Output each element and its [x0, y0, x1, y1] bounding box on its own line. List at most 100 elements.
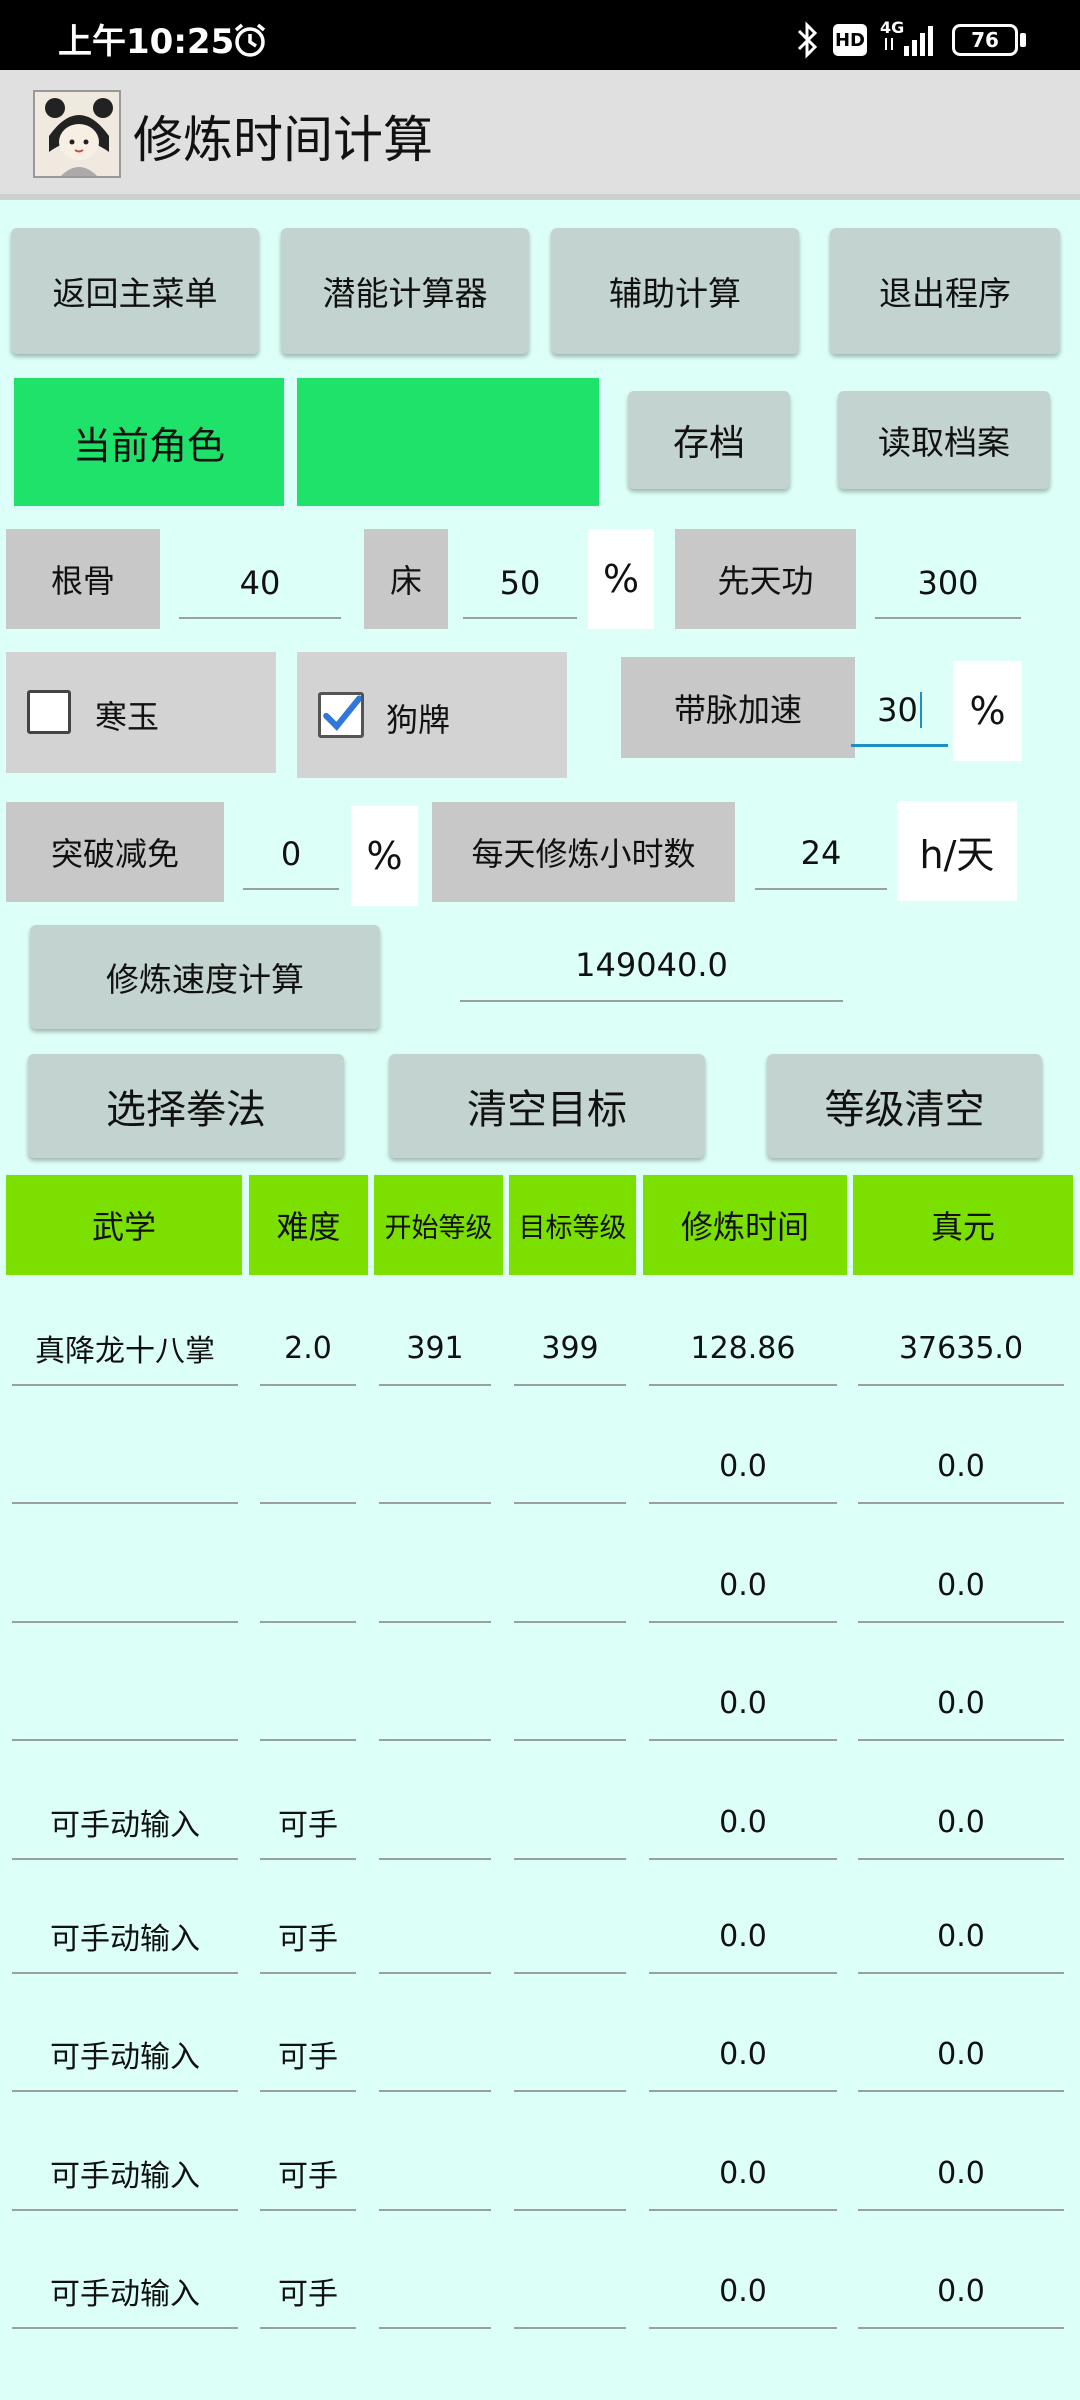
row4-skill[interactable]	[12, 1667, 238, 1741]
load-archive-button[interactable]: 读取档案	[838, 391, 1050, 489]
row6-time: 0.0	[649, 1900, 837, 1974]
bed-input[interactable]: 50	[463, 549, 577, 619]
alarm-icon	[230, 20, 270, 60]
bed-percent-unit: %	[588, 529, 654, 629]
speed-calc-button[interactable]: 修炼速度计算	[30, 925, 380, 1029]
status-time: 上午10:25	[58, 22, 235, 62]
hanyu-checkbox-icon[interactable]	[27, 690, 71, 734]
row7-start-level[interactable]	[379, 2018, 491, 2092]
current-role-name	[297, 378, 599, 506]
assist-calc-button[interactable]: 辅助计算	[551, 228, 799, 354]
row5-difficulty[interactable]: 可手	[260, 1786, 356, 1860]
row9-skill[interactable]: 可手动输入	[12, 2255, 238, 2329]
row7-skill[interactable]: 可手动输入	[12, 2018, 238, 2092]
gengu-label: 根骨	[6, 529, 160, 629]
row4-start-level[interactable]	[379, 1667, 491, 1741]
row6-zhenyuan: 0.0	[858, 1900, 1064, 1974]
bluetooth-icon	[793, 20, 823, 60]
row2-difficulty[interactable]	[260, 1430, 356, 1504]
row7-target-level[interactable]	[514, 2018, 626, 2092]
row9-zhenyuan: 0.0	[858, 2255, 1064, 2329]
row2-skill[interactable]	[12, 1430, 238, 1504]
row2-zhenyuan: 0.0	[858, 1430, 1064, 1504]
row9-start-level[interactable]	[379, 2255, 491, 2329]
row1-skill[interactable]: 真降龙十八掌	[12, 1312, 238, 1386]
row4-zhenyuan: 0.0	[858, 1667, 1064, 1741]
row1-zhenyuan: 37635.0	[858, 1312, 1064, 1386]
back-main-menu-button[interactable]: 返回主菜单	[11, 228, 259, 354]
app-avatar-icon	[33, 90, 121, 178]
row5-time: 0.0	[649, 1786, 837, 1860]
save-button[interactable]: 存档	[628, 391, 790, 489]
row2-time: 0.0	[649, 1430, 837, 1504]
header-skill: 武学	[6, 1175, 242, 1275]
daimai-input[interactable]: 30	[851, 675, 948, 747]
row3-target-level[interactable]	[514, 1549, 626, 1623]
row4-target-level[interactable]	[514, 1667, 626, 1741]
exit-program-button[interactable]: 退出程序	[830, 228, 1060, 354]
row3-start-level[interactable]	[379, 1549, 491, 1623]
row8-target-level[interactable]	[514, 2137, 626, 2211]
row6-difficulty[interactable]: 可手	[260, 1900, 356, 1974]
row4-difficulty[interactable]	[260, 1667, 356, 1741]
header-zhenyuan: 真元	[853, 1175, 1073, 1275]
break-reduction-input[interactable]: 0	[243, 820, 339, 890]
header-start-level: 开始等级	[374, 1175, 503, 1275]
row3-skill[interactable]	[12, 1549, 238, 1623]
xiantian-input[interactable]: 300	[875, 549, 1021, 619]
row8-difficulty[interactable]: 可手	[260, 2137, 356, 2211]
break-percent-unit: %	[351, 806, 418, 906]
text-cursor	[919, 691, 922, 728]
daily-hours-label: 每天修炼小时数	[432, 802, 735, 902]
daily-hours-input[interactable]: 24	[755, 818, 887, 890]
daimai-label: 带脉加速	[621, 657, 855, 758]
hanyu-label: 寒玉	[95, 698, 160, 736]
daimai-value: 30	[877, 690, 918, 729]
row5-start-level[interactable]	[379, 1786, 491, 1860]
row7-difficulty[interactable]: 可手	[260, 2018, 356, 2092]
row3-time: 0.0	[649, 1549, 837, 1623]
header-target-level: 目标等级	[509, 1175, 636, 1275]
row5-zhenyuan: 0.0	[858, 1786, 1064, 1860]
battery-level: 76	[971, 28, 999, 52]
row1-start-level[interactable]: 391	[379, 1312, 491, 1386]
row5-target-level[interactable]	[514, 1786, 626, 1860]
row1-time: 128.86	[649, 1312, 837, 1386]
hd-icon: HD	[833, 24, 867, 56]
bed-label: 床	[364, 529, 448, 629]
clear-target-button[interactable]: 清空目标	[389, 1054, 705, 1158]
row3-zhenyuan: 0.0	[858, 1549, 1064, 1623]
row8-start-level[interactable]	[379, 2137, 491, 2211]
row3-difficulty[interactable]	[260, 1549, 356, 1623]
row7-time: 0.0	[649, 2018, 837, 2092]
row9-target-level[interactable]	[514, 2255, 626, 2329]
row6-skill[interactable]: 可手动输入	[12, 1900, 238, 1974]
goupai-checkbox-checked-icon[interactable]	[318, 692, 364, 738]
hours-per-day-unit: h/天	[897, 801, 1017, 901]
daimai-percent-unit: %	[953, 661, 1022, 761]
row2-target-level[interactable]	[514, 1430, 626, 1504]
battery-icon: 76	[952, 24, 1018, 56]
row8-skill[interactable]: 可手动输入	[12, 2137, 238, 2211]
gengu-input[interactable]: 40	[179, 549, 341, 619]
row1-difficulty[interactable]: 2.0	[260, 1312, 356, 1386]
row7-zhenyuan: 0.0	[858, 2018, 1064, 2092]
row4-time: 0.0	[649, 1667, 837, 1741]
row8-zhenyuan: 0.0	[858, 2137, 1064, 2211]
row1-target-level[interactable]: 399	[514, 1312, 626, 1386]
speed-result: 149040.0	[460, 930, 843, 1002]
current-role-label: 当前角色	[14, 378, 284, 506]
select-fist-button[interactable]: 选择拳法	[28, 1054, 344, 1158]
row2-start-level[interactable]	[379, 1430, 491, 1504]
clear-level-button[interactable]: 等级清空	[767, 1054, 1042, 1158]
header-difficulty: 难度	[249, 1175, 368, 1275]
app-title: 修炼时间计算	[133, 111, 433, 169]
row6-start-level[interactable]	[379, 1900, 491, 1974]
row5-skill[interactable]: 可手动输入	[12, 1786, 238, 1860]
goupai-label: 狗牌	[386, 701, 451, 739]
potential-calculator-button[interactable]: 潜能计算器	[281, 228, 529, 354]
row9-time: 0.0	[649, 2255, 837, 2329]
row9-difficulty[interactable]: 可手	[260, 2255, 356, 2329]
break-reduction-label: 突破减免	[6, 802, 224, 902]
row6-target-level[interactable]	[514, 1900, 626, 1974]
